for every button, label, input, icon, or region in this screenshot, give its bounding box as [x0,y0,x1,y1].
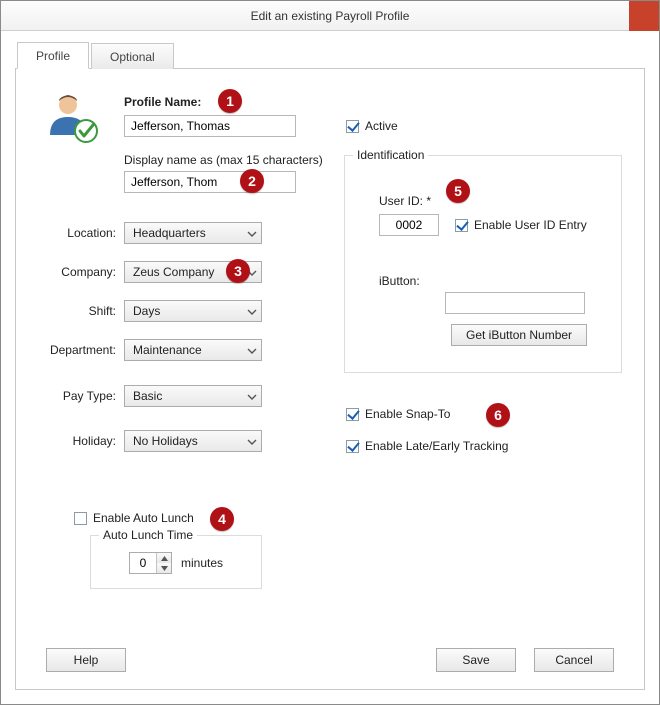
enable-auto-lunch-checkbox[interactable]: Enable Auto Lunch [74,511,194,525]
enable-user-id-entry-label: Enable User ID Entry [474,218,587,232]
auto-lunch-minutes-input[interactable] [130,553,156,573]
shift-select-value: Days [133,304,160,318]
tab-profile[interactable]: Profile [17,42,89,69]
label-shift: Shift: [34,304,116,318]
save-button-label: Save [462,653,489,667]
department-select-value: Maintenance [133,343,202,357]
cancel-button-label: Cancel [555,653,592,667]
enable-snapto-label: Enable Snap-To [365,407,450,421]
titlebar: Edit an existing Payroll Profile [1,1,659,31]
identification-legend: Identification [353,148,428,162]
get-ibutton-label: Get iButton Number [466,328,572,342]
help-button[interactable]: Help [46,648,126,672]
chevron-down-icon [247,436,257,446]
dialog-footer: Help Save Cancel [16,637,644,683]
label-profile-name: Profile Name: [124,95,201,109]
enable-user-id-entry-checkbox[interactable]: Enable User ID Entry [455,218,587,232]
marker-1: 1 [218,89,242,113]
location-select-value: Headquarters [133,226,206,240]
checkbox-icon [346,408,359,421]
close-button[interactable] [629,1,659,31]
holiday-select[interactable]: No Holidays [124,430,262,452]
window-title: Edit an existing Payroll Profile [251,9,410,23]
company-select-value: Zeus Company [133,265,214,279]
department-select[interactable]: Maintenance [124,339,262,361]
checkbox-icon [74,512,87,525]
auto-lunch-legend: Auto Lunch Time [99,528,197,542]
chevron-down-icon [247,391,257,401]
active-checkbox[interactable]: Active [346,119,398,133]
label-company: Company: [34,265,116,279]
cancel-button[interactable]: Cancel [534,648,614,672]
chevron-down-icon [247,306,257,316]
avatar-icon [46,91,98,143]
label-user-id: User ID: * [379,194,431,208]
label-ibutton: iButton: [379,274,420,288]
spinner-up[interactable] [157,553,171,563]
checkbox-icon [455,219,468,232]
dialog-edit-payroll-profile: Edit an existing Payroll Profile Profile… [0,0,660,705]
chevron-down-icon [247,345,257,355]
enable-late-early-label: Enable Late/Early Tracking [365,439,508,453]
label-location: Location: [34,226,116,240]
shift-select[interactable]: Days [124,300,262,322]
chevron-down-icon [247,267,257,277]
label-display-name: Display name as (max 15 characters) [124,153,323,167]
checkbox-icon [346,120,359,133]
display-name-input[interactable] [124,171,296,193]
ibutton-input[interactable] [445,292,585,314]
enable-late-early-checkbox[interactable]: Enable Late/Early Tracking [346,439,508,453]
label-pay-type: Pay Type: [34,389,116,403]
checkbox-icon [346,440,359,453]
marker-6: 6 [486,403,510,427]
auto-lunch-minutes-stepper[interactable] [129,552,172,574]
location-select[interactable]: Headquarters [124,222,262,244]
enable-auto-lunch-label: Enable Auto Lunch [93,511,194,525]
help-button-label: Help [74,653,99,667]
get-ibutton-button[interactable]: Get iButton Number [451,324,587,346]
profile-name-input[interactable] [124,115,296,137]
label-department: Department: [34,343,116,357]
label-holiday: Holiday: [34,434,116,448]
save-button[interactable]: Save [436,648,516,672]
identification-group: Identification User ID: * Enable User ID… [344,155,622,373]
spinner-down[interactable] [157,563,171,573]
user-id-input[interactable] [379,214,439,236]
marker-4: 4 [210,507,234,531]
chevron-down-icon [247,228,257,238]
tab-pane-profile: Profile Name: Display name as (max 15 ch… [15,69,645,690]
label-minutes: minutes [181,556,223,570]
company-select[interactable]: Zeus Company [124,261,262,283]
tab-optional[interactable]: Optional [91,43,174,69]
pay-type-select-value: Basic [133,389,162,403]
auto-lunch-group: Auto Lunch Time minutes [90,535,262,589]
enable-snapto-checkbox[interactable]: Enable Snap-To [346,407,450,421]
pay-type-select[interactable]: Basic [124,385,262,407]
tab-strip: Profile Optional [15,41,645,69]
holiday-select-value: No Holidays [133,434,198,448]
active-label: Active [365,119,398,133]
